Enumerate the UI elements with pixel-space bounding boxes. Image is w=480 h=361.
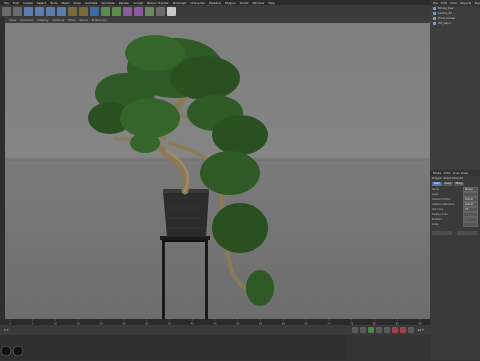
attr-button-b[interactable] xyxy=(456,231,477,235)
attribute-manager: Mode Edit User Data Polygon Object [Bonsai… xyxy=(430,170,480,360)
subdivision-icon[interactable] xyxy=(112,6,121,16)
polygon-icon xyxy=(433,7,436,10)
menu-item-8[interactable]: Simulate xyxy=(102,1,115,5)
object-label: Bonsai_tree xyxy=(438,7,454,10)
pot xyxy=(163,189,209,237)
floor-icon[interactable] xyxy=(145,6,154,16)
attribute-tab[interactable]: Basic xyxy=(432,182,442,186)
cloner-icon[interactable] xyxy=(123,6,132,16)
menu-item-13[interactable]: Character xyxy=(190,1,205,5)
undo-icon[interactable] xyxy=(2,6,11,16)
material-ball xyxy=(12,345,24,357)
attribute-label: Display Color xyxy=(432,213,448,216)
menu-item-1[interactable]: Edit xyxy=(13,1,19,5)
record-button[interactable] xyxy=(391,327,398,333)
viewport-menu-item-6[interactable]: ProRender xyxy=(92,18,107,22)
material-manager xyxy=(0,335,345,360)
viewport-menu-item-1[interactable]: Cameras xyxy=(20,18,33,22)
menu-item-11[interactable]: Motion Tracker xyxy=(147,1,169,5)
object-menu-item-2[interactable]: View xyxy=(450,1,457,5)
attribute-label: Name xyxy=(432,188,440,191)
attribute-label: Use Color xyxy=(432,208,444,211)
viewport-menu-item-2[interactable]: Display xyxy=(37,18,48,22)
attribute-menu-item-0[interactable]: Mode xyxy=(433,171,441,175)
menu-item-0[interactable]: File xyxy=(4,1,9,5)
menu-item-14[interactable]: Pipeline xyxy=(209,1,221,5)
menu-item-9[interactable]: Render xyxy=(119,1,130,5)
attribute-menu-item-1[interactable]: Edit xyxy=(444,171,450,175)
viewport-menu-item-4[interactable]: Filter xyxy=(68,18,75,22)
attr-button-a[interactable] xyxy=(432,231,452,235)
render-settings-icon[interactable] xyxy=(79,6,88,16)
menu-item-7[interactable]: Animate xyxy=(85,1,98,5)
object-label: Leaves_03 xyxy=(438,12,452,15)
autokey-button[interactable] xyxy=(399,327,406,333)
menu-item-12[interactable]: MoGraph xyxy=(173,1,187,5)
transport-bar: 0 F 90 F xyxy=(0,325,430,335)
viewport-menu-item-3[interactable]: Options xyxy=(53,18,65,22)
object-menu-item-1[interactable]: Edit xyxy=(441,1,447,5)
cube-icon[interactable] xyxy=(90,6,99,16)
viewport-menu-item-0[interactable]: View xyxy=(9,18,16,22)
light-icon[interactable] xyxy=(167,6,176,16)
object-menu-item-4[interactable]: Tags xyxy=(474,1,480,5)
keyframe-button[interactable] xyxy=(407,327,414,333)
scale-icon[interactable] xyxy=(46,6,55,16)
attribute-field[interactable] xyxy=(463,222,478,227)
pen-icon[interactable] xyxy=(101,6,110,16)
step-forward-button[interactable] xyxy=(375,327,382,333)
deformer-icon[interactable] xyxy=(134,6,143,16)
frame-start[interactable]: 0 F xyxy=(4,328,9,332)
camera-icon[interactable] xyxy=(156,6,165,16)
menu-item-4[interactable]: Tools xyxy=(50,1,57,5)
menu-item-18[interactable]: Help xyxy=(268,1,275,5)
object-label: Pot_stand xyxy=(438,22,451,25)
polygon-icon xyxy=(433,12,436,15)
step-back-button[interactable] xyxy=(359,327,366,333)
attribute-label: X-Ray xyxy=(432,223,439,226)
attribute-menu-item-2[interactable]: User Data xyxy=(453,171,468,175)
main-toolbar xyxy=(0,5,430,17)
viewport-3d[interactable] xyxy=(5,23,430,319)
move-icon[interactable] xyxy=(35,6,44,16)
menu-item-3[interactable]: Select xyxy=(37,1,46,5)
attribute-label: Layer xyxy=(432,193,439,196)
object-menu-item-3[interactable]: Objects xyxy=(460,1,471,5)
attribute-row: X-Ray xyxy=(430,222,480,227)
attribute-label: Visible in Renderer xyxy=(432,203,455,206)
attribute-label: Visible in Editor xyxy=(432,198,451,201)
coordinate-manager xyxy=(345,335,430,360)
live-selection-icon[interactable] xyxy=(24,6,33,16)
object-manager: FileEditViewObjectsTagsBookmarks Bonsai_… xyxy=(430,0,480,170)
object-label: Trunk_bonsai xyxy=(438,17,455,20)
object-row[interactable]: Pot_stand xyxy=(430,21,480,26)
material-previews xyxy=(0,345,24,357)
menu-item-6[interactable]: Snap xyxy=(73,1,81,5)
go-to-start-button[interactable] xyxy=(351,327,358,333)
rotate-icon[interactable] xyxy=(57,6,66,16)
menu-item-16[interactable]: Script xyxy=(240,1,249,5)
attribute-tab[interactable]: Coord. xyxy=(443,182,453,186)
viewport-menu-item-5[interactable]: Panel xyxy=(80,18,88,22)
menu-item-2[interactable]: Create xyxy=(23,1,33,5)
scene xyxy=(5,35,430,319)
material-ball xyxy=(0,345,12,357)
menu-item-10[interactable]: Sculpt xyxy=(133,1,142,5)
menu-item-15[interactable]: Plugins xyxy=(225,1,236,5)
attribute-tab[interactable]: Phong xyxy=(454,182,464,186)
attribute-label: Enabled xyxy=(432,218,442,221)
redo-icon[interactable] xyxy=(13,6,22,16)
menu-item-17[interactable]: Window xyxy=(252,1,264,5)
menu-item-5[interactable]: Mesh xyxy=(61,1,69,5)
render-view-icon[interactable] xyxy=(68,6,77,16)
polygon-icon xyxy=(433,22,436,25)
object-menu-item-0[interactable]: File xyxy=(433,1,438,5)
play-button[interactable] xyxy=(367,327,374,333)
frame-end[interactable]: 90 F xyxy=(418,328,425,332)
go-to-end-button[interactable] xyxy=(383,327,390,333)
polygon-icon xyxy=(433,17,436,20)
